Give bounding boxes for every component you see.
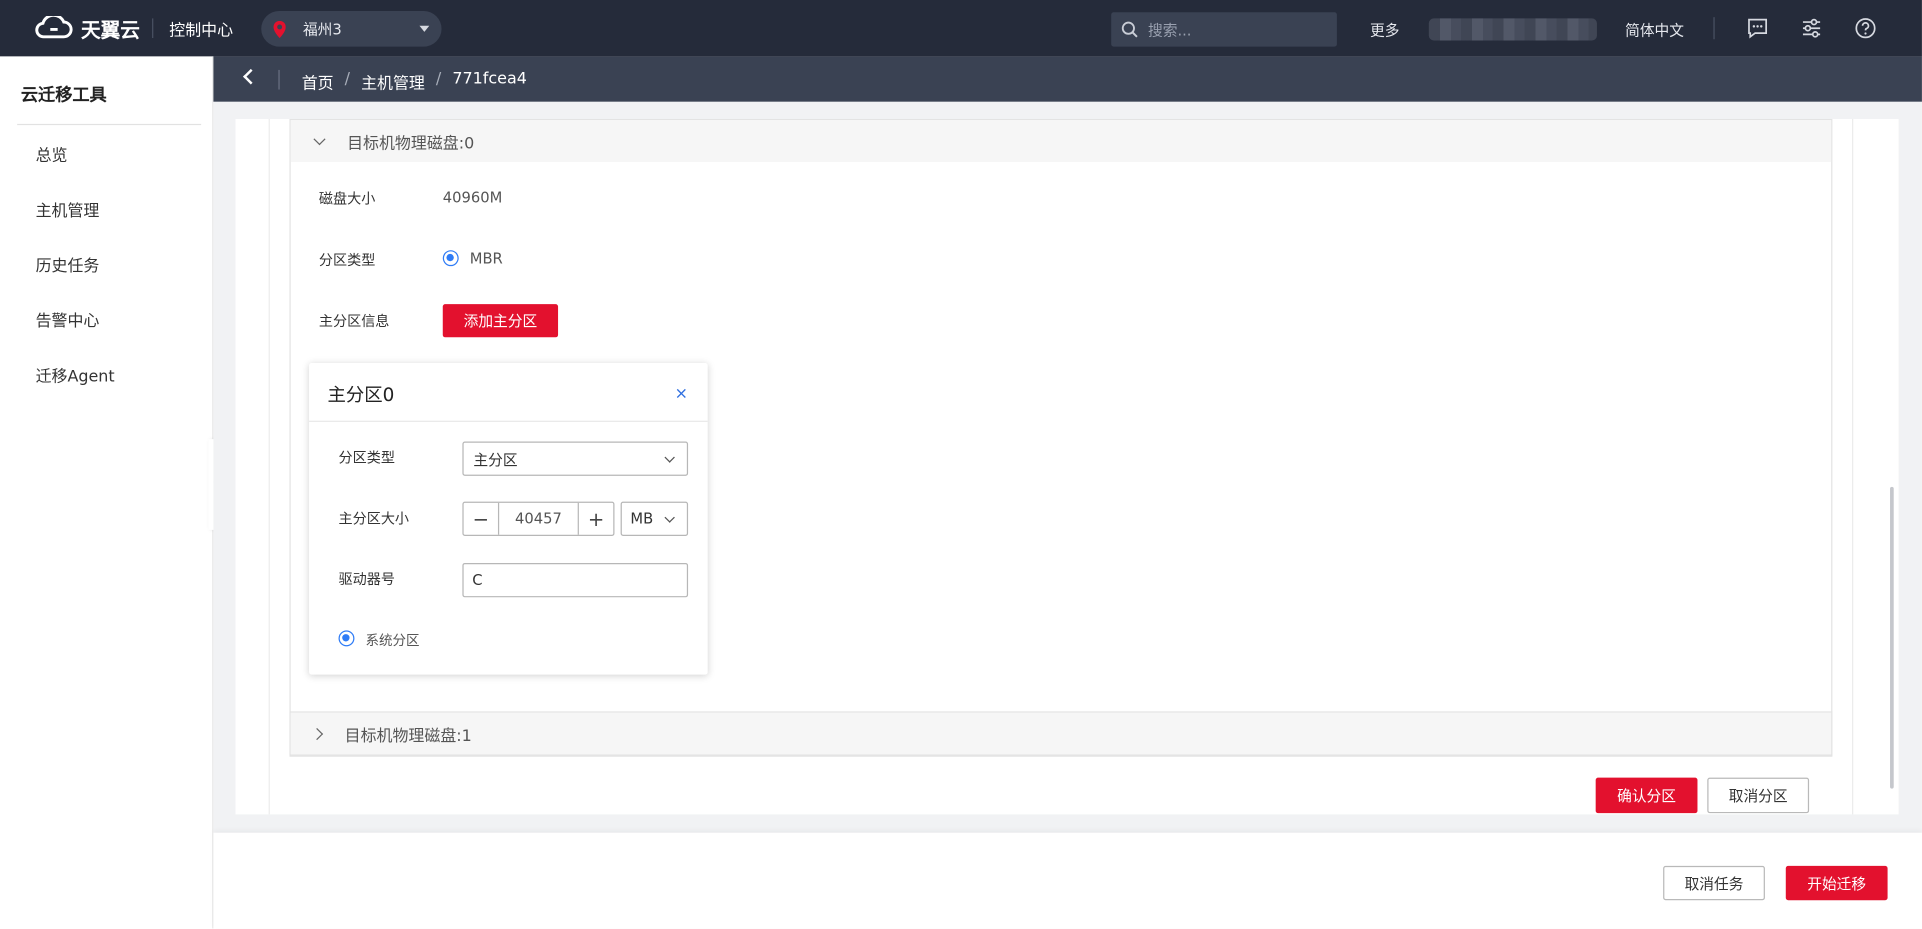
partition-type-label: 分区类型 bbox=[318, 251, 376, 269]
top-navigation-bar: 天翼云 控制中心 福州3 搜索... 更多 简体中文 bbox=[0, 0, 1922, 57]
search-icon bbox=[1121, 21, 1138, 38]
card-divider bbox=[309, 420, 708, 422]
breadcrumb-home[interactable]: 首页 bbox=[302, 70, 334, 93]
panel-left-border bbox=[268, 118, 270, 815]
primary-partition-info-label: 主分区信息 bbox=[318, 312, 390, 330]
chevron-down-icon bbox=[313, 132, 326, 145]
system-partition-label: 系统分区 bbox=[365, 632, 420, 649]
console-link[interactable]: 控制中心 bbox=[169, 17, 233, 40]
account-name-blurred[interactable] bbox=[1428, 18, 1597, 41]
partition-size-input[interactable]: 40457 bbox=[497, 502, 579, 535]
panel-right-border bbox=[1852, 118, 1854, 815]
region-name: 福州3 bbox=[302, 20, 342, 39]
cancel-partition-button[interactable]: 取消分区 bbox=[1707, 777, 1810, 814]
disk-1-section: 目标机物理磁盘:1 bbox=[289, 711, 1833, 756]
cancel-task-button[interactable]: 取消任务 bbox=[1663, 865, 1765, 901]
add-primary-partition-button[interactable]: 添加主分区 bbox=[442, 304, 559, 338]
search-placeholder: 搜索... bbox=[1148, 21, 1192, 39]
scrollbar-thumb[interactable] bbox=[1890, 486, 1894, 789]
sidebar-divider bbox=[17, 123, 202, 126]
partition-type-select[interactable]: 主分区 bbox=[462, 441, 689, 476]
header-divider bbox=[1713, 17, 1715, 40]
partition-type-selected: 主分区 bbox=[473, 450, 518, 468]
disk-0-title: 目标机物理磁盘:0 bbox=[347, 134, 475, 153]
disk-1-header[interactable]: 目标机物理磁盘:1 bbox=[290, 712, 1832, 755]
chevron-down-icon bbox=[664, 512, 675, 523]
system-partition-radio[interactable] bbox=[338, 630, 355, 647]
drive-letter-label: 驱动器号 bbox=[338, 570, 395, 588]
location-pin-icon bbox=[273, 20, 286, 38]
increment-button[interactable]: + bbox=[579, 503, 613, 535]
message-icon[interactable] bbox=[1747, 17, 1769, 39]
sidebar-item-host-management[interactable]: 主机管理 bbox=[36, 197, 100, 220]
settings-sliders-icon[interactable] bbox=[1801, 17, 1823, 39]
chevron-right-icon bbox=[310, 727, 324, 740]
breadcrumb-current-host: 771fcea4 bbox=[452, 69, 527, 89]
sidebar-item-alarm-center[interactable]: 告警中心 bbox=[36, 308, 100, 331]
chevron-down-icon bbox=[664, 452, 675, 463]
back-arrow-icon[interactable] bbox=[243, 68, 259, 85]
partition-size-stepper: − 40457 + bbox=[462, 501, 615, 536]
brand-logo[interactable]: 天翼云 bbox=[34, 15, 140, 42]
drive-letter-input[interactable]: C bbox=[462, 562, 689, 598]
breadcrumb-separator: / bbox=[435, 69, 442, 89]
language-switch[interactable]: 简体中文 bbox=[1625, 20, 1684, 41]
breadcrumb-divider bbox=[278, 69, 280, 90]
disk-0-header[interactable]: 目标机物理磁盘:0 bbox=[290, 120, 1832, 162]
mbr-radio-label: MBR bbox=[469, 250, 503, 268]
disk-size-value: 40960M bbox=[442, 188, 503, 207]
size-unit-select[interactable]: MB bbox=[620, 501, 689, 536]
primary-partition-card: 主分区0 × 分区类型 主分区 主分区大小 − 40457 + MB 驱动器号 … bbox=[309, 363, 708, 675]
disk-1-title: 目标机物理磁盘:1 bbox=[344, 726, 472, 746]
brand-name: 天翼云 bbox=[80, 18, 140, 42]
close-icon[interactable]: × bbox=[675, 385, 688, 403]
card-partition-type-label: 分区类型 bbox=[338, 448, 395, 467]
sidebar-title: 云迁移工具 bbox=[20, 85, 107, 106]
start-migration-button[interactable]: 开始迁移 bbox=[1785, 865, 1888, 901]
help-icon[interactable] bbox=[1854, 17, 1876, 39]
mbr-radio[interactable] bbox=[442, 250, 459, 267]
search-input[interactable]: 搜索... bbox=[1111, 12, 1337, 47]
confirm-partition-button[interactable]: 确认分区 bbox=[1595, 777, 1698, 814]
primary-partition-size-label: 主分区大小 bbox=[338, 510, 410, 528]
partition-card-title: 主分区0 bbox=[327, 383, 395, 406]
breadcrumb-host-management[interactable]: 主机管理 bbox=[361, 70, 425, 93]
sidebar-item-migration-agent[interactable]: 迁移Agent bbox=[36, 363, 115, 386]
sidebar-item-overview[interactable]: 总览 bbox=[36, 142, 68, 165]
breadcrumb-separator: / bbox=[344, 69, 351, 89]
breadcrumb: 首页 / 主机管理 / 771fcea4 bbox=[302, 70, 527, 93]
caret-down-icon bbox=[419, 25, 430, 32]
decrement-button[interactable]: − bbox=[464, 503, 498, 535]
region-selector[interactable]: 福州3 bbox=[261, 11, 442, 47]
sidebar-item-history-tasks[interactable]: 历史任务 bbox=[36, 253, 100, 276]
sidebar: 云迁移工具 总览 主机管理 历史任务 告警中心 迁移Agent bbox=[0, 56, 214, 929]
header-divider bbox=[152, 18, 154, 39]
cloud-logo-icon bbox=[35, 15, 73, 39]
breadcrumb-bar: 首页 / 主机管理 / 771fcea4 bbox=[213, 56, 1922, 102]
more-menu[interactable]: 更多 bbox=[1370, 20, 1399, 41]
size-unit-selected: MB bbox=[630, 510, 654, 528]
disk-size-label: 磁盘大小 bbox=[318, 190, 376, 208]
